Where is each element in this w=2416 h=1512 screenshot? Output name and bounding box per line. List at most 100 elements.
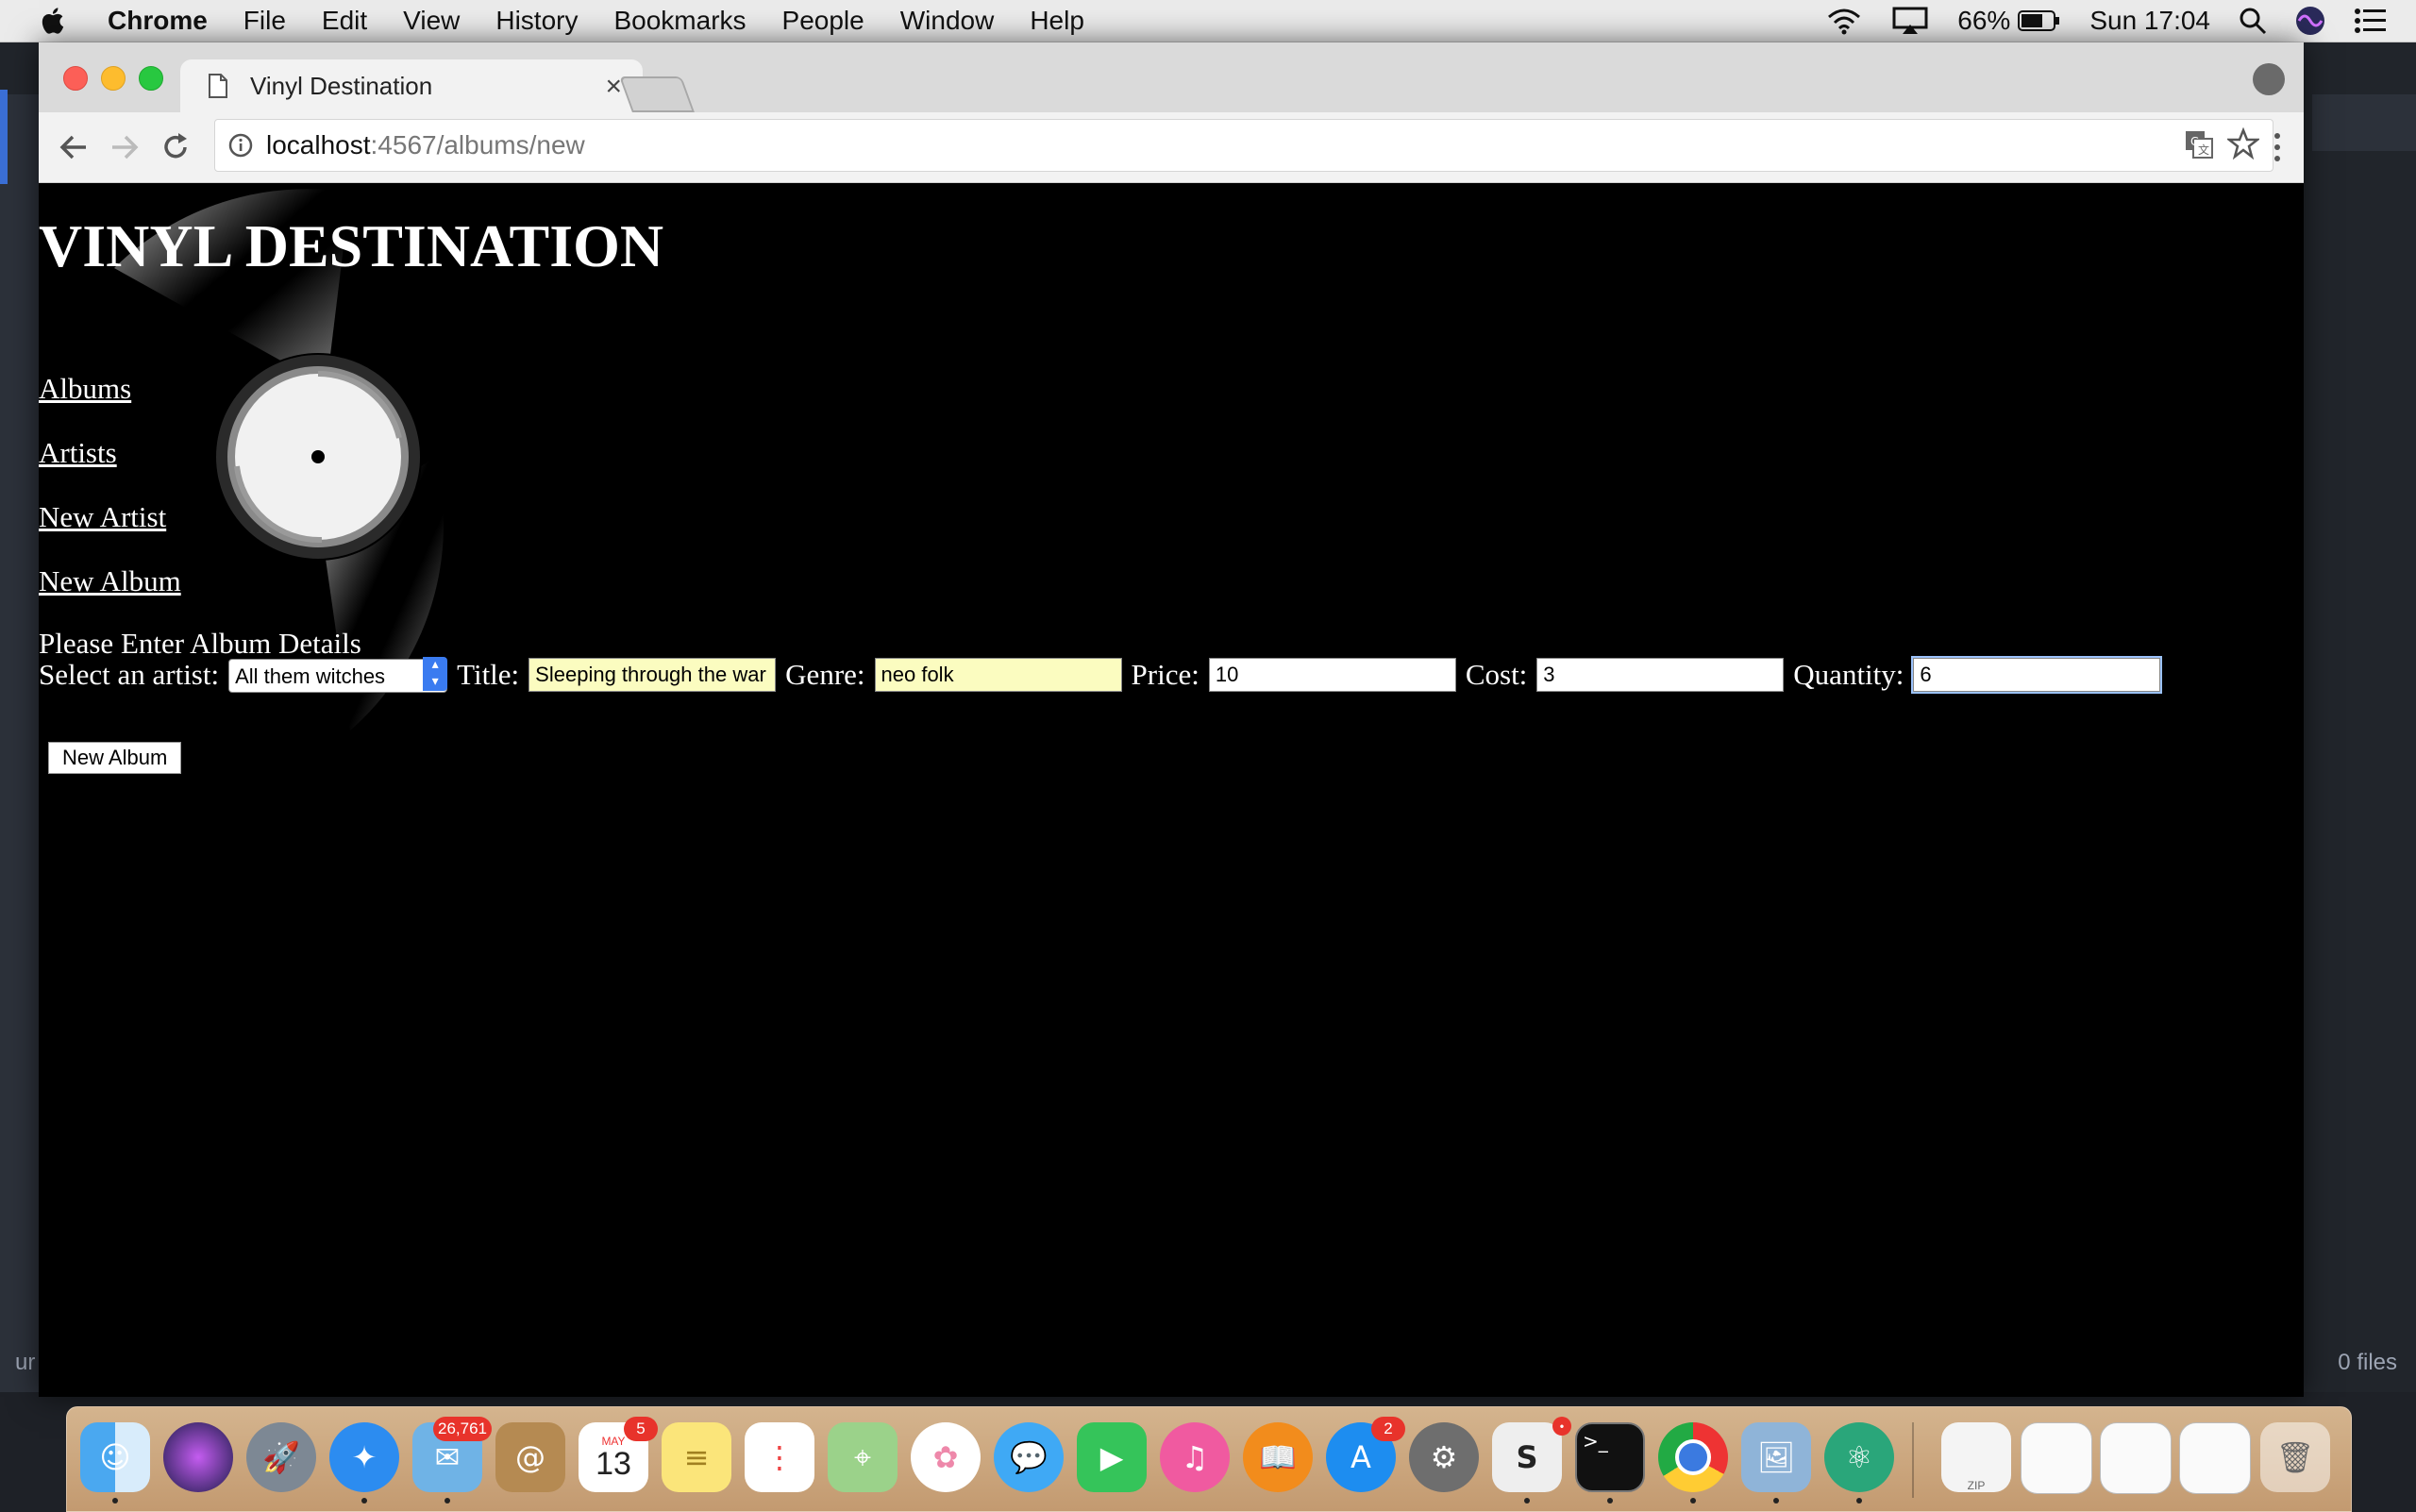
menu-file[interactable]: File bbox=[243, 6, 286, 36]
safari-icon[interactable]: ✦ bbox=[329, 1422, 399, 1492]
minimize-window-button[interactable] bbox=[101, 66, 126, 91]
trash-icon[interactable]: 🗑 bbox=[2260, 1422, 2330, 1492]
browser-toolbar: localhost:4567/albums/new G 文 bbox=[39, 112, 2304, 183]
reload-icon[interactable] bbox=[159, 131, 192, 163]
chrome-menu-icon[interactable] bbox=[2272, 131, 2283, 163]
ibooks-icon[interactable]: 📖 bbox=[1243, 1422, 1313, 1492]
contacts-icon[interactable]: @ bbox=[495, 1422, 565, 1492]
address-bar[interactable]: localhost:4567/albums/new G 文 bbox=[214, 119, 2273, 172]
cost-label: Cost: bbox=[1465, 658, 1528, 691]
airplay-icon[interactable] bbox=[1891, 6, 1929, 36]
genre-label: Genre: bbox=[785, 658, 865, 691]
new-tab-button[interactable] bbox=[619, 76, 695, 112]
artist-select[interactable]: All them witches bbox=[228, 659, 448, 694]
document-stack-3-icon[interactable] bbox=[2179, 1422, 2251, 1494]
slack-icon[interactable]: S • bbox=[1492, 1417, 1571, 1492]
genre-input[interactable] bbox=[874, 658, 1122, 692]
siri-dock-icon[interactable] bbox=[163, 1422, 233, 1492]
mail-icon[interactable]: ✉ 26,761 bbox=[412, 1417, 492, 1492]
profile-avatar-icon[interactable] bbox=[2253, 63, 2285, 95]
zoom-window-button[interactable] bbox=[139, 66, 163, 91]
siri-icon[interactable] bbox=[2295, 6, 2325, 36]
launchpad-icon[interactable]: 🚀 bbox=[246, 1422, 316, 1492]
chrome-window: Vinyl Destination × localhost:4567/album… bbox=[39, 42, 2304, 1397]
menu-people[interactable]: People bbox=[782, 6, 864, 36]
site-info-icon[interactable] bbox=[228, 133, 253, 158]
notes-icon[interactable]: ≡ bbox=[662, 1422, 731, 1492]
chrome-icon[interactable] bbox=[1658, 1422, 1728, 1492]
title-input[interactable] bbox=[528, 658, 777, 692]
menu-edit[interactable]: Edit bbox=[322, 6, 367, 36]
menu-help[interactable]: Help bbox=[1030, 6, 1084, 36]
title-label: Title: bbox=[457, 658, 520, 691]
tab-vinyl-destination[interactable]: Vinyl Destination × bbox=[180, 59, 643, 112]
site-heading: VINYL DESTINATION bbox=[39, 212, 664, 279]
tab-strip: Vinyl Destination × bbox=[39, 42, 2304, 112]
editor-active-tab-marker bbox=[0, 90, 8, 184]
menu-app-name[interactable]: Chrome bbox=[108, 6, 208, 36]
spotlight-search-icon[interactable] bbox=[2239, 7, 2267, 35]
nav-link-new-artist[interactable]: New Artist bbox=[39, 500, 166, 534]
close-window-button[interactable] bbox=[63, 66, 88, 91]
bookmark-star-icon[interactable] bbox=[2227, 127, 2259, 160]
photos-icon[interactable]: ✿ bbox=[911, 1422, 981, 1492]
price-label: Price: bbox=[1131, 658, 1200, 691]
messages-icon[interactable]: 💬 bbox=[994, 1422, 1064, 1492]
nav-link-new-album[interactable]: New Album bbox=[39, 564, 181, 598]
cost-input[interactable] bbox=[1536, 658, 1785, 692]
itunes-icon[interactable]: ♫ bbox=[1160, 1422, 1230, 1492]
terminal-icon[interactable]: >_ bbox=[1575, 1422, 1645, 1492]
forward-arrow-icon[interactable] bbox=[109, 131, 141, 163]
menubar-clock[interactable]: Sun 17:04 bbox=[2089, 6, 2210, 36]
document-stack-2-icon[interactable] bbox=[2100, 1422, 2172, 1494]
nav-link-artists[interactable]: Artists bbox=[39, 436, 117, 470]
notification-center-icon[interactable] bbox=[2354, 8, 2388, 34]
close-tab-icon[interactable]: × bbox=[605, 71, 622, 103]
url-host: localhost bbox=[266, 130, 371, 160]
svg-text:文: 文 bbox=[2198, 143, 2209, 157]
menu-history[interactable]: History bbox=[495, 6, 578, 36]
artist-select-wrapper: All them witches ▴ ▾ bbox=[228, 656, 448, 694]
menu-bookmarks[interactable]: Bookmarks bbox=[613, 6, 746, 36]
dock-separator bbox=[1912, 1422, 1914, 1498]
editor-status-files: 0 files bbox=[2338, 1350, 2397, 1375]
editor-status-left: ur bbox=[15, 1350, 36, 1375]
apple-icon[interactable] bbox=[38, 5, 70, 37]
select-stepper-icon: ▴ ▾ bbox=[423, 656, 448, 691]
quantity-label: Quantity: bbox=[1793, 658, 1904, 691]
menu-window[interactable]: Window bbox=[900, 6, 995, 36]
document-stack-1-icon[interactable] bbox=[2021, 1422, 2092, 1494]
atom-icon[interactable]: ⚛ bbox=[1824, 1422, 1894, 1492]
menu-bar: Chrome File Edit View History Bookmarks … bbox=[0, 0, 2416, 42]
battery-icon[interactable] bbox=[2018, 9, 2061, 32]
mail-badge: 26,761 bbox=[433, 1417, 492, 1441]
document-icon bbox=[209, 74, 227, 98]
app-store-badge: 2 bbox=[1371, 1417, 1405, 1441]
tab-title: Vinyl Destination bbox=[250, 71, 433, 100]
album-form: Select an artist: All them witches ▴ ▾ Ti… bbox=[39, 655, 2170, 695]
menu-view[interactable]: View bbox=[403, 6, 460, 36]
reminders-icon[interactable]: ⋮ bbox=[745, 1422, 814, 1492]
translate-icon[interactable]: G 文 bbox=[2184, 129, 2214, 160]
zip-label: ZIP bbox=[1967, 1479, 1986, 1492]
quantity-stepper[interactable] bbox=[1913, 658, 2161, 692]
artist-select-label: Select an artist: bbox=[39, 658, 220, 691]
maps-icon[interactable]: ⌖ bbox=[828, 1422, 898, 1492]
url-path: :4567/albums/new bbox=[370, 130, 585, 160]
zip-archive-icon[interactable]: ZIP bbox=[1941, 1422, 2011, 1492]
back-arrow-icon[interactable] bbox=[58, 131, 90, 163]
page-viewport: VINYL DESTINATION Albums Artists New Art… bbox=[39, 183, 2304, 1397]
dock: ☺ 🚀 ✦ ✉ 26,761 @ MAY 13 5 ≡ ⋮ ⌖ ✿ 💬 ▶ ♫ 📖… bbox=[66, 1406, 2352, 1512]
calendar-icon[interactable]: MAY 13 5 bbox=[579, 1417, 658, 1492]
facetime-icon[interactable]: ▶ bbox=[1077, 1422, 1147, 1492]
preview-icon[interactable]: 🖼 bbox=[1741, 1422, 1811, 1492]
new-album-submit-button[interactable]: New Album bbox=[48, 742, 182, 774]
finder-icon[interactable]: ☺ bbox=[80, 1422, 150, 1492]
nav-link-albums[interactable]: Albums bbox=[39, 372, 131, 406]
app-store-icon[interactable]: A2 bbox=[1326, 1417, 1405, 1492]
wifi-icon[interactable] bbox=[1825, 6, 1863, 36]
price-input[interactable] bbox=[1208, 658, 1456, 692]
battery-percentage[interactable]: 66% bbox=[1957, 6, 2010, 36]
slack-badge-dot: • bbox=[1552, 1417, 1571, 1436]
system-preferences-icon[interactable]: ⚙ bbox=[1409, 1422, 1479, 1492]
